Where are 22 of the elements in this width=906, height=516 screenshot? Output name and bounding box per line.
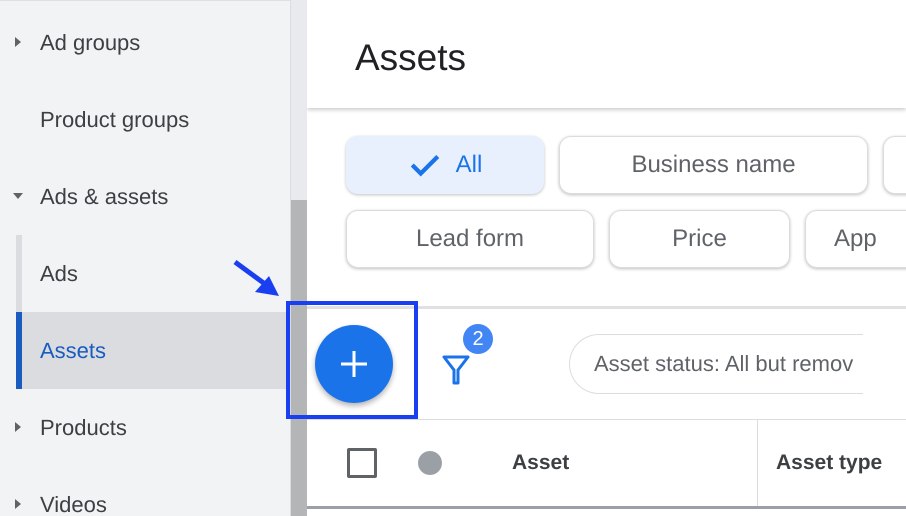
sidebar-item[interactable]: Product groups: [0, 81, 290, 158]
scroll-bar[interactable]: [290, 0, 307, 516]
sidebar-item[interactable]: Ads & assets: [0, 158, 290, 235]
filter-chip[interactable]: Lead form: [346, 210, 594, 268]
column-header[interactable]: Asset: [512, 420, 758, 506]
filter-chip[interactable]: All: [346, 136, 544, 194]
checkbox[interactable]: [347, 448, 377, 478]
add-button[interactable]: [315, 325, 393, 403]
page-title: Assets: [355, 37, 466, 79]
sidebar-item[interactable]: Products: [0, 389, 290, 466]
plus-icon: [339, 349, 369, 379]
filter-chip[interactable]: Asset status: All but remov: [569, 334, 864, 394]
sidebar-item[interactable]: Ad groups: [0, 4, 290, 81]
filter-icon[interactable]: [441, 355, 471, 385]
filter-chip[interactable]: Price: [609, 210, 790, 268]
count-badge: 2: [463, 324, 493, 354]
filter-chip[interactable]: App: [805, 210, 906, 268]
sidebar-item[interactable]: Videos: [0, 466, 290, 516]
column-header[interactable]: Asset type: [776, 451, 882, 475]
status-dot-icon: [418, 451, 442, 475]
filter-chip[interactable]: Business name: [559, 136, 868, 194]
sidebar-item[interactable]: Ads: [0, 235, 290, 312]
